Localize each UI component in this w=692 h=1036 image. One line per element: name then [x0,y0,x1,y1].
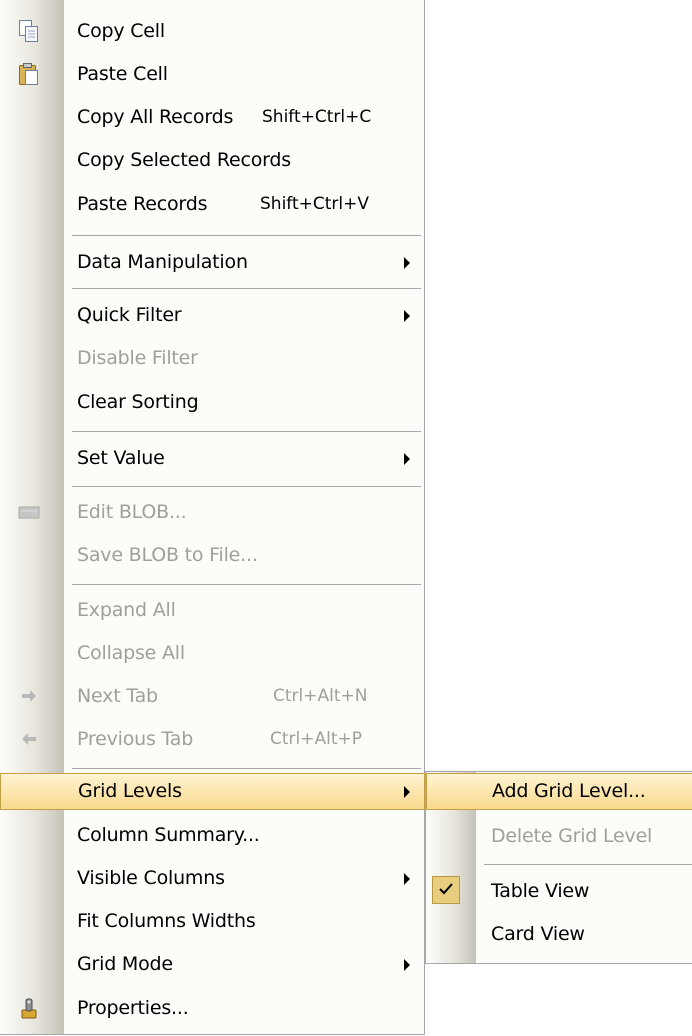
menu-item-data-manipulation[interactable]: Data Manipulation [0,244,424,281]
menu-item-paste-records[interactable]: Paste Records Shift+Ctrl+V [0,186,424,223]
submenu-arrow-icon [404,257,410,269]
menu-separator [72,768,421,769]
menu-item-shortcut: Ctrl+Alt+P [270,729,363,749]
properties-icon [18,996,40,1020]
menu-item-save-blob-to-file: Save BLOB to File... [0,537,424,574]
menu-item-label: Edit BLOB... [77,501,187,523]
menu-item-label: Paste Cell [77,63,168,85]
menu-item-label: Clear Sorting [77,391,199,413]
menu-separator [72,235,421,236]
menu-item-paste-cell[interactable]: Paste Cell [0,56,424,93]
menu-item-fit-columns-widths[interactable]: Fit Columns Widths [0,903,424,940]
submenu-item-table-view[interactable]: Table View [426,873,692,910]
submenu-item-label: Card View [491,923,585,945]
menu-item-shortcut: Ctrl+Alt+N [273,686,368,706]
menu-item-label: Copy Cell [77,20,165,42]
arrow-right-icon [18,684,40,708]
menu-separator [72,431,421,432]
submenu-item-label: Delete Grid Level [491,825,653,847]
edit-blob-icon [18,500,40,524]
menu-item-copy-cell[interactable]: Copy Cell [0,13,424,50]
submenu-item-add-grid-level[interactable]: Add Grid Level... [426,773,692,810]
submenu-arrow-icon [404,453,410,465]
menu-item-label: Next Tab [77,685,158,707]
submenu-item-card-view[interactable]: Card View [426,916,692,953]
menu-item-shortcut: Shift+Ctrl+V [260,194,370,214]
menu-item-previous-tab: Previous Tab Ctrl+Alt+P [0,721,424,758]
menu-item-column-summary[interactable]: Column Summary... [0,817,424,854]
menu-item-label: Save BLOB to File... [77,544,258,566]
menu-item-label: Expand All [77,599,176,621]
menu-item-next-tab: Next Tab Ctrl+Alt+N [0,678,424,715]
submenu-arrow-icon [404,310,410,322]
menu-item-expand-all: Expand All [0,592,424,629]
menu-item-edit-blob: Edit BLOB... [0,494,424,531]
menu-item-label: Set Value [77,447,165,469]
submenu-item-label: Add Grid Level... [492,780,646,802]
menu-item-label: Quick Filter [77,304,182,326]
menu-item-label: Copy All Records [77,106,234,128]
menu-item-quick-filter[interactable]: Quick Filter [0,297,424,334]
menu-item-properties[interactable]: Properties... [0,990,424,1027]
menu-item-grid-levels[interactable]: Grid Levels [0,773,425,810]
menu-item-collapse-all: Collapse All [0,635,424,672]
grid-levels-submenu: Add Grid Level... Delete Grid Level Tabl… [425,771,692,964]
menu-item-label: Paste Records [77,193,208,215]
menu-item-label: Data Manipulation [77,251,248,273]
submenu-item-label: Table View [491,880,590,902]
menu-item-grid-mode[interactable]: Grid Mode [0,946,424,983]
submenu-arrow-icon [404,959,410,971]
menu-item-label: Copy Selected Records [77,149,291,171]
menu-item-copy-selected-records[interactable]: Copy Selected Records [0,142,424,179]
menu-item-copy-all-records[interactable]: Copy All Records Shift+Ctrl+C [0,99,424,136]
arrow-left-icon [18,727,40,751]
menu-item-label: Column Summary... [77,824,260,846]
menu-item-label: Disable Filter [77,347,198,369]
menu-item-label: Visible Columns [77,867,225,889]
submenu-item-delete-grid-level: Delete Grid Level [426,818,692,855]
menu-item-disable-filter: Disable Filter [0,340,424,377]
menu-separator [72,584,421,585]
checkmark-icon [432,876,460,904]
menu-item-label: Previous Tab [77,728,194,750]
copy-icon [18,19,40,43]
menu-item-label: Grid Levels [78,780,182,802]
submenu-arrow-icon [404,786,410,798]
menu-item-label: Fit Columns Widths [77,910,256,932]
menu-separator [72,288,421,289]
menu-item-label: Properties... [77,997,189,1019]
paste-icon [18,62,40,86]
context-menu: Copy Cell Paste Cell Copy All Records Sh… [0,0,425,1035]
submenu-separator [484,864,692,865]
menu-separator [72,486,421,487]
menu-item-label: Grid Mode [77,953,173,975]
submenu-arrow-icon [404,873,410,885]
menu-item-set-value[interactable]: Set Value [0,440,424,477]
menu-item-shortcut: Shift+Ctrl+C [262,107,372,127]
menu-item-clear-sorting[interactable]: Clear Sorting [0,384,424,421]
menu-item-label: Collapse All [77,642,185,664]
menu-item-visible-columns[interactable]: Visible Columns [0,860,424,897]
